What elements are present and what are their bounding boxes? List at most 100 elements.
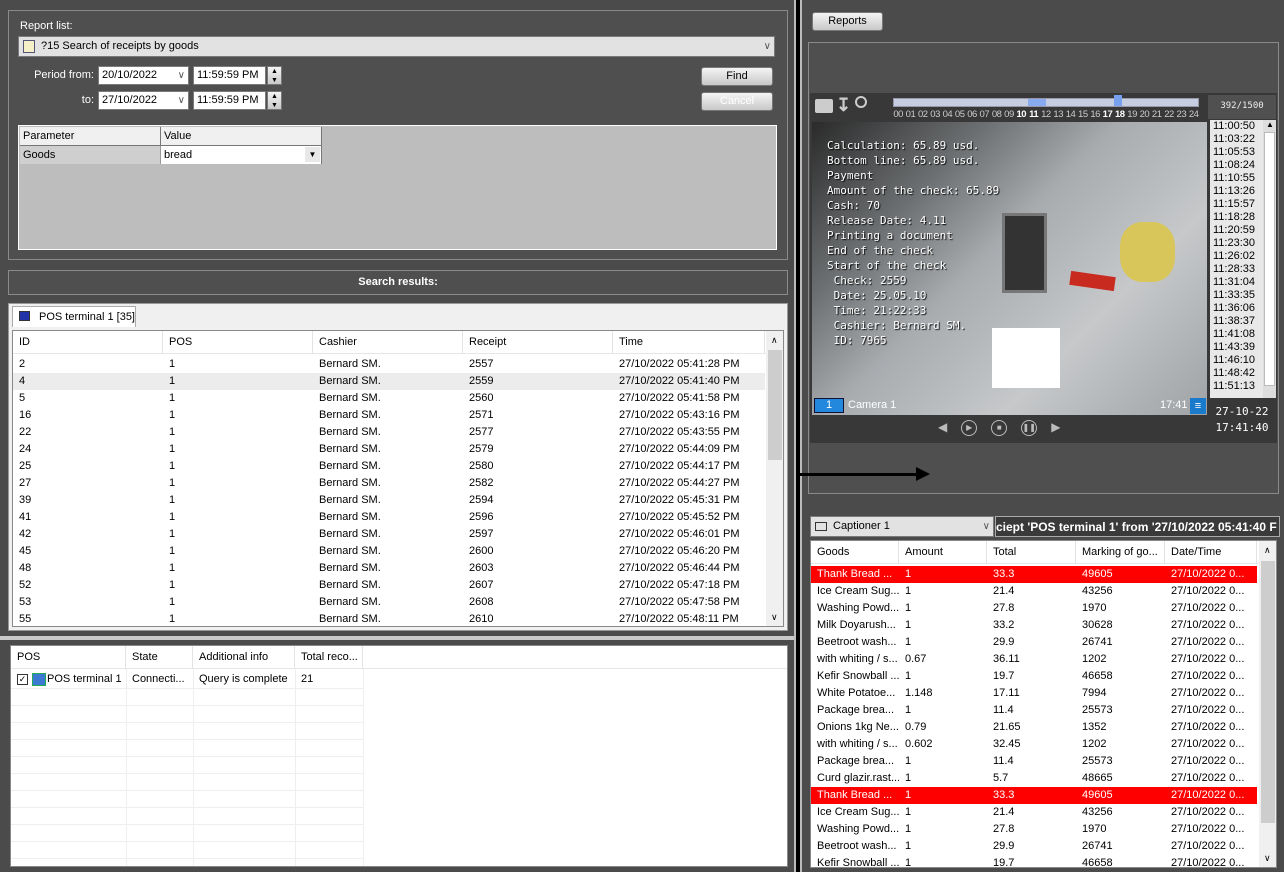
results-scrollbar[interactable]: ∧ ∨ — [766, 331, 783, 626]
event-time[interactable]: 11:36:06 — [1213, 302, 1263, 315]
table-row[interactable]: 55 1 Bernard SM. 2610 27/10/2022 05:48:11 PM — [13, 611, 765, 626]
table-row[interactable]: Thank Bread ... 1 33.3 49605 27/10/2022 0... — [811, 787, 1257, 804]
event-time[interactable]: 11:51:13 — [1213, 380, 1263, 393]
table-row[interactable]: 2 1 Bernard SM. 2557 27/10/2022 05:41:28 PM — [13, 356, 765, 373]
table-row[interactable]: Ice Cream Sug... 1 21.4 43256 27/10/2022 0..… — [811, 804, 1257, 821]
table-row[interactable]: 48 1 Bernard SM. 2603 27/10/2022 05:46:44 PM — [13, 560, 765, 577]
column-header-amount[interactable]: Amount — [899, 541, 987, 564]
column-header-id[interactable]: ID — [13, 331, 163, 354]
table-row[interactable]: 52 1 Bernard SM. 2607 27/10/2022 05:47:18 PM — [13, 577, 765, 594]
scrollbar-thumb[interactable] — [1261, 561, 1275, 823]
goods-scrollbar[interactable]: ∧ ∨ — [1259, 541, 1276, 867]
event-time[interactable]: 11:10:55 — [1213, 172, 1263, 185]
table-row[interactable]: 5 1 Bernard SM. 2560 27/10/2022 05:41:58 PM — [13, 390, 765, 407]
from-time-input[interactable]: 11:59:59 PM — [193, 66, 266, 85]
reports-button[interactable]: Reports — [812, 12, 883, 31]
scrollbar-thumb[interactable] — [1264, 132, 1275, 386]
event-time[interactable]: 11:00:50 — [1213, 120, 1263, 133]
column-header-state[interactable]: State — [126, 646, 193, 669]
column-header-additional-info[interactable]: Additional info — [193, 646, 295, 669]
print-icon[interactable] — [815, 99, 833, 113]
scroll-up-icon[interactable]: ∧ — [771, 335, 778, 346]
event-time[interactable]: 11:13:26 — [1213, 185, 1263, 198]
column-header-total[interactable]: Total — [987, 541, 1076, 564]
event-time[interactable]: 11:31:04 — [1213, 276, 1263, 289]
checkbox[interactable]: ✓ — [17, 674, 28, 685]
table-row[interactable]: Kefir Snowball ... 1 19.7 46658 27/10/2022 0… — [811, 855, 1257, 867]
event-time[interactable]: 11:26:02 — [1213, 250, 1263, 263]
previous-frame-icon[interactable]: ◀ — [938, 420, 947, 436]
menu-icon[interactable]: ≡ — [1190, 398, 1206, 414]
report-list-select[interactable]: ?15 Search of receipts by goods ∨ — [18, 36, 775, 57]
scroll-up-icon[interactable]: ▲ — [1266, 120, 1274, 129]
tab-pos-terminal-1[interactable]: POS terminal 1 [35] — [12, 306, 136, 327]
scroll-down-icon[interactable]: ∨ — [771, 612, 778, 623]
event-time[interactable]: 11:41:08 — [1213, 328, 1263, 341]
table-row[interactable]: Thank Bread ... 1 33.3 49605 27/10/2022 0... — [811, 566, 1257, 583]
next-frame-icon[interactable]: ▶ — [1051, 420, 1060, 436]
table-row[interactable]: Ice Cream Sug... 1 21.4 43256 27/10/2022 0..… — [811, 583, 1257, 600]
to-date-input[interactable]: 27/10/2022 ∨ — [98, 91, 189, 110]
table-row[interactable]: Beetroot wash... 1 29.9 26741 27/10/2022 0..… — [811, 838, 1257, 855]
column-header-goods[interactable]: Goods — [811, 541, 899, 564]
scrollbar-thumb[interactable] — [768, 350, 782, 460]
table-row[interactable]: 42 1 Bernard SM. 2597 27/10/2022 05:46:01 PM — [13, 526, 765, 543]
scroll-down-icon[interactable]: ∨ — [1264, 853, 1271, 864]
to-time-input[interactable]: 11:59:59 PM — [193, 91, 266, 110]
table-row[interactable]: 25 1 Bernard SM. 2580 27/10/2022 05:44:17 PM — [13, 458, 765, 475]
column-header-pos[interactable]: POS — [11, 646, 126, 669]
event-time[interactable]: 11:20:59 — [1213, 224, 1263, 237]
event-time[interactable]: 11:48:42 — [1213, 367, 1263, 380]
download-icon[interactable]: ↧ — [836, 95, 851, 116]
table-row[interactable]: with whiting / s... 0.67 36.11 1202 27/10/20… — [811, 651, 1257, 668]
table-row[interactable]: Onions 1kg Ne... 0.79 21.65 1352 27/10/2022 … — [811, 719, 1257, 736]
dropdown-arrow-icon[interactable]: ▼ — [305, 147, 320, 162]
to-time-spinner[interactable]: ▲ ▼ — [267, 91, 282, 110]
table-row[interactable]: Package brea... 1 11.4 25573 27/10/2022 0... — [811, 702, 1257, 719]
video-frame[interactable]: Calculation: 65.89 usd. Bottom line: 65.8… — [812, 122, 1207, 415]
cancel-button[interactable]: Cancel — [701, 92, 773, 111]
column-header-marking-of-go-[interactable]: Marking of go... — [1076, 541, 1165, 564]
event-time[interactable]: 11:38:37 — [1213, 315, 1263, 328]
times-scrollbar[interactable]: ▲ — [1263, 120, 1276, 398]
event-time[interactable]: 11:46:10 — [1213, 354, 1263, 367]
column-header-cashier[interactable]: Cashier — [313, 331, 463, 354]
event-times-list[interactable]: 11:00:50 11:03:22 11:05:53 11:08:24 11:10:55… — [1210, 120, 1263, 398]
table-row[interactable]: 53 1 Bernard SM. 2608 27/10/2022 05:47:58 PM — [13, 594, 765, 611]
event-time[interactable]: 11:05:53 — [1213, 146, 1263, 159]
column-header-date-time[interactable]: Date/Time — [1165, 541, 1257, 564]
table-row[interactable]: with whiting / s... 0.602 32.45 1202 27/10/2… — [811, 736, 1257, 753]
table-row[interactable]: 16 1 Bernard SM. 2571 27/10/2022 05:43:16 PM — [13, 407, 765, 424]
table-row[interactable]: Package brea... 1 11.4 25573 27/10/2022 0... — [811, 753, 1257, 770]
column-header-receipt[interactable]: Receipt — [463, 331, 613, 354]
table-row[interactable]: 41 1 Bernard SM. 2596 27/10/2022 05:45:52 PM — [13, 509, 765, 526]
find-button[interactable]: Find — [701, 67, 773, 86]
table-row[interactable]: 4 1 Bernard SM. 2559 27/10/2022 05:41:40 PM — [13, 373, 765, 390]
stop-icon[interactable]: ■ — [991, 420, 1008, 436]
column-header-total-reco-[interactable]: Total reco... — [295, 646, 363, 669]
table-row[interactable]: Beetroot wash... 1 29.9 26741 27/10/2022 0..… — [811, 634, 1257, 651]
table-row[interactable]: Washing Powd... 1 27.8 1970 27/10/2022 0... — [811, 600, 1257, 617]
event-time[interactable]: 11:08:24 — [1213, 159, 1263, 172]
column-header-time[interactable]: Time — [613, 331, 765, 354]
scroll-up-icon[interactable]: ∧ — [1264, 545, 1271, 556]
event-time[interactable]: 11:18:28 — [1213, 211, 1263, 224]
table-row[interactable]: 39 1 Bernard SM. 2594 27/10/2022 05:45:31 PM — [13, 492, 765, 509]
table-row[interactable]: POS terminal 1 Connecti... Query is comple… — [11, 671, 363, 688]
from-time-spinner[interactable]: ▲ ▼ — [267, 66, 282, 85]
column-header-pos[interactable]: POS — [163, 331, 313, 354]
pause-icon[interactable]: ❚❚ — [1021, 420, 1038, 436]
table-row[interactable]: 24 1 Bernard SM. 2579 27/10/2022 05:44:09 PM — [13, 441, 765, 458]
table-row[interactable]: Kefir Snowball ... 1 19.7 46658 27/10/2022 0… — [811, 668, 1257, 685]
event-time[interactable]: 11:28:33 — [1213, 263, 1263, 276]
table-row[interactable]: 45 1 Bernard SM. 2600 27/10/2022 05:46:20 PM — [13, 543, 765, 560]
event-time[interactable]: 11:23:30 — [1213, 237, 1263, 250]
table-row[interactable]: Curd glazir.rast.... 1 5.7 48665 27/10/2022 … — [811, 770, 1257, 787]
table-row[interactable]: White Potatoe... 1.148 17.11 7994 27/10/2022… — [811, 685, 1257, 702]
event-time[interactable]: 11:15:57 — [1213, 198, 1263, 211]
timeline-cursor[interactable] — [1114, 95, 1122, 106]
from-date-input[interactable]: 20/10/2022 ∨ — [98, 66, 189, 85]
timeline[interactable] — [893, 95, 1199, 107]
table-row[interactable]: Washing Powd... 1 27.8 1970 27/10/2022 0... — [811, 821, 1257, 838]
table-row[interactable]: 22 1 Bernard SM. 2577 27/10/2022 05:43:55 PM — [13, 424, 765, 441]
